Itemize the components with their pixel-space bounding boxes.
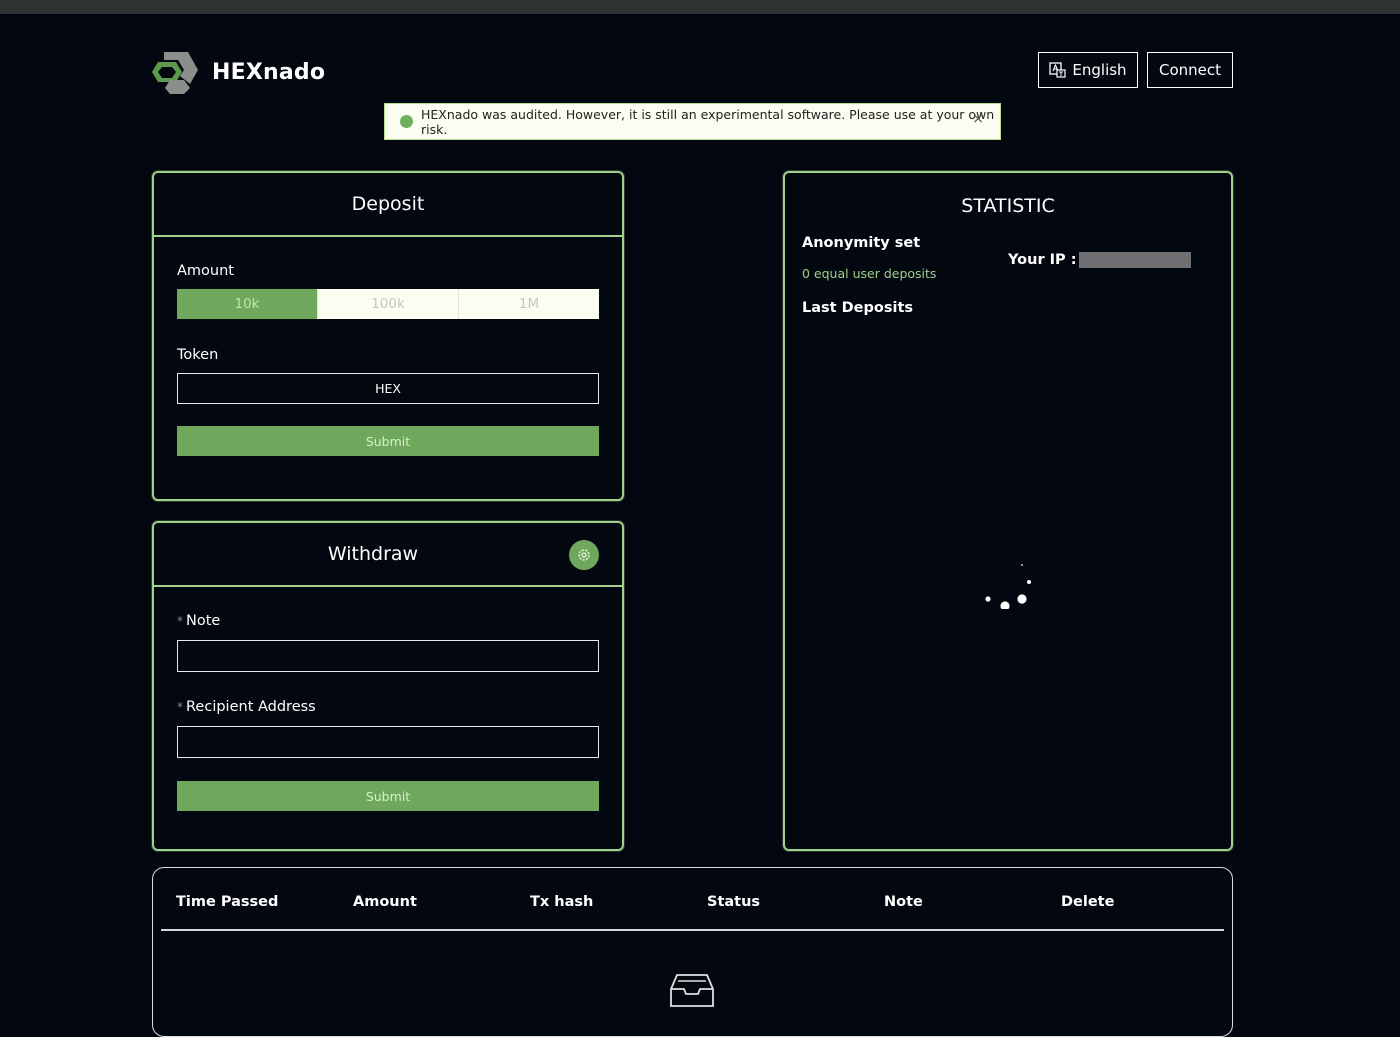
ip-redacted <box>1078 252 1191 268</box>
close-icon[interactable]: × <box>972 111 984 127</box>
statistic-title: STATISTIC <box>961 195 1055 217</box>
column-note: Note <box>884 894 923 910</box>
recipient-label: * Recipient Address <box>177 699 316 715</box>
withdraw-header: Withdraw <box>154 523 622 587</box>
amount-selector: 10k 100k 1M <box>177 289 599 319</box>
alert-message: HEXnado was audited. However, it is stil… <box>421 106 995 137</box>
table-header-divider <box>161 929 1224 931</box>
amount-option-10k[interactable]: 10k <box>177 289 317 319</box>
anonymity-set-label: Anonymity set <box>802 235 921 251</box>
note-input[interactable] <box>177 640 599 672</box>
hexnado-logo-icon <box>152 52 198 94</box>
audit-alert: HEXnado was audited. However, it is stil… <box>384 103 1001 140</box>
language-button[interactable]: English <box>1038 52 1138 88</box>
note-label-text: Note <box>186 613 221 629</box>
required-mark: * <box>177 614 183 628</box>
column-delete: Delete <box>1061 894 1115 910</box>
info-dot-icon <box>400 115 413 128</box>
column-tx-hash: Tx hash <box>530 894 594 910</box>
history-table: Time Passed Amount Tx hash Status Note D… <box>152 867 1233 1037</box>
recipient-label-text: Recipient Address <box>186 699 316 715</box>
withdraw-submit-button[interactable]: Submit <box>177 781 599 811</box>
column-time-passed: Time Passed <box>176 894 279 910</box>
ip-label: Your IP : <box>1008 252 1077 268</box>
amount-label: Amount <box>177 263 234 279</box>
gear-icon <box>578 549 590 561</box>
top-strip <box>0 0 1400 14</box>
language-label: English <box>1072 61 1127 79</box>
token-label: Token <box>177 347 219 363</box>
brand[interactable]: HEXnado <box>150 50 325 94</box>
your-ip: Your IP : <box>1008 252 1191 268</box>
column-status: Status <box>707 894 761 910</box>
translate-icon <box>1049 62 1067 78</box>
connect-button[interactable]: Connect <box>1147 52 1233 88</box>
loading-spinner-icon <box>985 564 1031 609</box>
withdraw-card: Withdraw * Note * Recipient Address Submit <box>152 521 624 851</box>
column-amount: Amount <box>353 894 417 910</box>
deposit-submit-button[interactable]: Submit <box>177 426 599 456</box>
settings-gear-icon[interactable] <box>569 540 599 570</box>
statistic-card: STATISTIC Anonymity set 0 equal user dep… <box>783 171 1233 851</box>
withdraw-title: Withdraw <box>327 543 419 565</box>
deposit-card: Deposit Amount 10k 100k 1M Token HEX Sub… <box>152 171 624 501</box>
empty-inbox-icon <box>670 974 714 1007</box>
required-mark: * <box>177 700 183 714</box>
note-label: * Note <box>177 613 220 629</box>
brand-name: HEXnado <box>212 59 326 85</box>
equal-deposits-count: 0 equal user deposits <box>802 266 937 281</box>
token-select[interactable]: HEX <box>177 373 599 404</box>
deposit-title: Deposit <box>154 173 622 237</box>
recipient-address-input[interactable] <box>177 726 599 758</box>
amount-option-1m[interactable]: 1M <box>458 289 599 319</box>
last-deposits-label: Last Deposits <box>802 300 914 316</box>
amount-option-100k[interactable]: 100k <box>317 289 458 319</box>
